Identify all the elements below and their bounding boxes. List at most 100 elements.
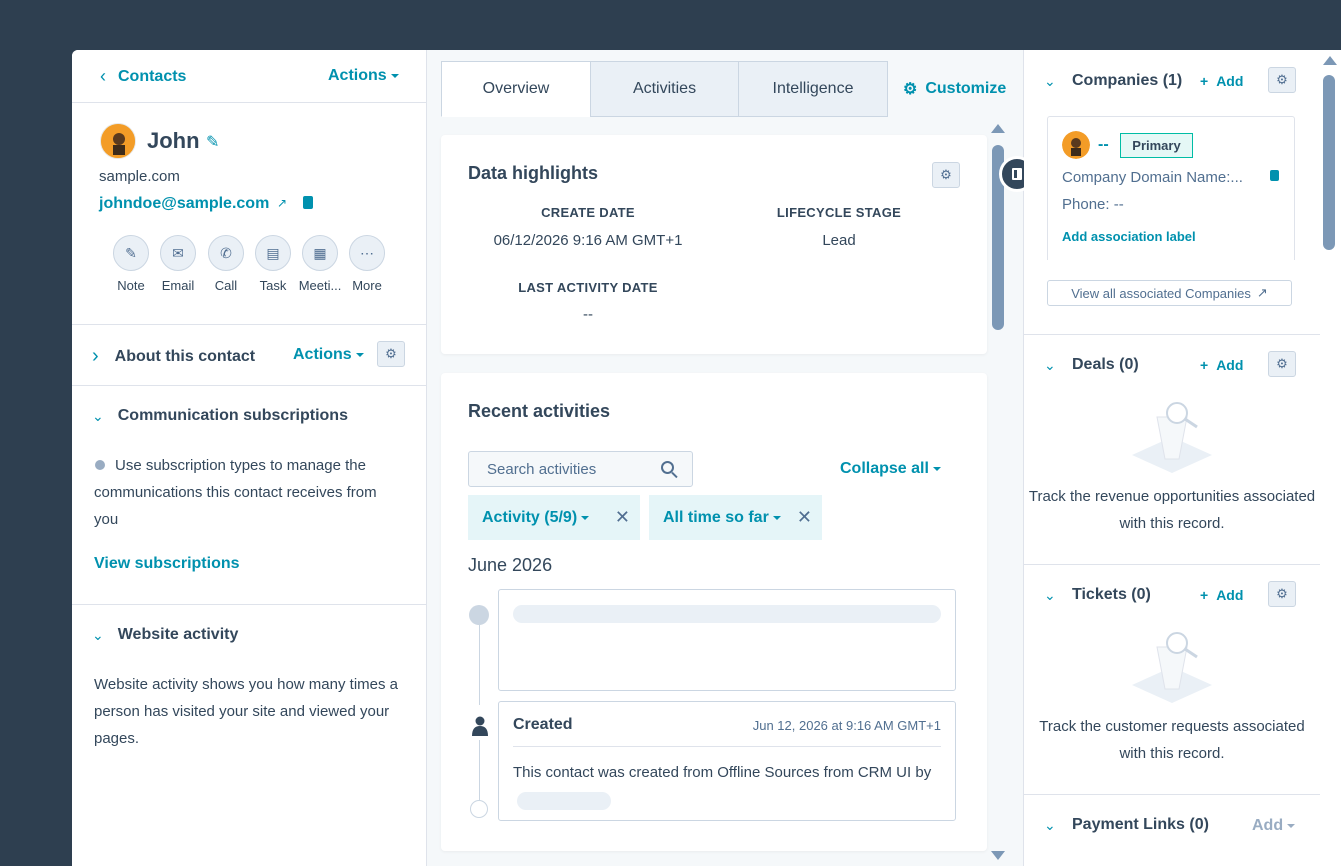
create-date-label: CREATE DATE [541,205,635,220]
back-to-contacts-link[interactable]: ‹ Contacts [100,66,186,87]
pencil-icon[interactable]: ✎ [206,132,219,152]
chevron-down-icon[interactable]: ⌄ [1044,73,1056,90]
company-domain-field: Company Domain Name:... [1062,169,1243,186]
activity-filter-chip[interactable]: Activity (5/9) ✕ [468,495,640,540]
tickets-add-button[interactable]: + Add [1200,587,1243,603]
more-button[interactable]: ⋯ [349,235,385,271]
tab-overview[interactable]: Overview [441,61,591,117]
search-activities-input[interactable]: Search activities [468,451,693,487]
companies-add-button[interactable]: + Add [1200,73,1243,89]
contact-email-link[interactable]: johndoe@sample.com [99,195,269,213]
note-button[interactable]: ✎ [113,235,149,271]
email-icon: ✉ [172,244,184,261]
gear-icon: ⚙ [385,346,397,361]
add-association-label-link[interactable]: Add association label [1062,229,1196,244]
last-activity-value: -- [583,306,593,323]
scrollbar-thumb[interactable] [1323,75,1335,250]
caret-down-icon [932,466,941,471]
tickets-settings-button[interactable]: ⚙ [1268,581,1296,607]
tickets-empty-text: Track the customer requests associated w… [1039,718,1305,762]
divider [1024,564,1320,565]
companies-settings-button[interactable]: ⚙ [1268,67,1296,93]
copy-icon[interactable] [1270,170,1279,181]
highlights-settings-button[interactable]: ⚙ [932,162,960,188]
right-sidebar: ⌄ Companies (1) + Add ⚙ -- Primary Compan… [1024,50,1320,866]
divider [72,324,426,325]
timeline-dot-icon [470,800,488,818]
caret-down-icon [355,352,364,357]
middle-column: Overview Activities Intelligence ⚙ Custom… [427,50,1035,866]
divider [72,102,426,103]
last-activity-label: LAST ACTIVITY DATE [518,280,658,295]
created-title: Created [513,716,573,733]
divider [513,746,941,747]
deals-settings-button[interactable]: ⚙ [1268,351,1296,377]
timeline-line [479,740,480,800]
lifecycle-stage-value: Lead [822,232,856,249]
website-text: Website activity shows you how many time… [94,676,399,747]
header-actions-button[interactable]: Actions [328,67,399,85]
left-sidebar: ‹ Contacts Actions John ✎ sample.com joh… [72,50,427,866]
customize-button[interactable]: ⚙ Customize [903,79,1006,99]
task-icon: ▤ [266,244,280,261]
create-date-value: 06/12/2026 9:16 AM GMT+1 [493,232,683,249]
caret-down-icon [390,73,399,78]
meeting-button[interactable]: ▦ [302,235,338,271]
chevron-down-icon: ⌄ [92,407,104,424]
company-name-link[interactable]: -- [1098,136,1109,154]
meeting-icon: ▦ [313,244,327,261]
gear-icon: ⚙ [903,81,918,98]
chevron-down-icon[interactable]: ⌄ [1044,587,1056,604]
chevron-left-icon: ‹ [100,66,106,86]
plus-icon: + [1200,357,1209,373]
month-heading: June 2026 [468,555,553,575]
view-subscriptions-link[interactable]: View subscriptions [94,555,240,573]
primary-badge: Primary [1120,133,1193,158]
subscriptions-text: Use subscription types to manage the com… [94,457,377,528]
scroll-up-arrow[interactable] [1323,56,1337,65]
divider [72,385,426,386]
payment-links-add-button[interactable]: Add [1252,817,1296,835]
gear-icon: ⚙ [1276,586,1288,601]
loading-placeholder-bar [513,605,941,623]
tab-activities[interactable]: Activities [590,61,739,117]
recent-activities-title: Recent activities [468,401,611,421]
scroll-down-arrow[interactable] [991,851,1005,860]
person-icon [472,716,488,736]
close-icon[interactable]: ✕ [615,507,630,528]
collapse-all-button[interactable]: Collapse all [840,460,941,478]
subscriptions-section-toggle[interactable]: ⌄ Communication subscriptions [92,407,348,425]
divider [1024,334,1320,335]
deals-empty-text: Track the revenue opportunities associat… [1028,488,1316,532]
external-link-icon[interactable]: ↗ [277,196,287,210]
data-highlights-card: Data highlights ⚙ CREATE DATE 06/12/2026… [441,135,987,354]
deals-add-button[interactable]: + Add [1200,357,1243,373]
website-section-toggle[interactable]: ⌄ Website activity [92,626,238,644]
email-button[interactable]: ✉ [160,235,196,271]
created-timestamp: Jun 12, 2026 at 9:16 AM GMT+1 [752,718,941,733]
about-section-toggle[interactable]: › About this contact [92,345,255,368]
chevron-down-icon[interactable]: ⌄ [1044,357,1056,374]
task-button[interactable]: ▤ [255,235,291,271]
caret-down-icon [581,515,590,520]
copy-icon[interactable] [303,196,313,209]
page-scrollbar-track[interactable] [1320,50,1341,866]
about-settings-button[interactable]: ⚙ [377,341,405,367]
lifecycle-stage-label: LIFECYCLE STAGE [776,205,902,220]
about-actions-button[interactable]: Actions [293,346,364,364]
view-all-companies-button[interactable]: View all associated Companies ↗ [1047,280,1292,306]
gear-icon: ⚙ [1276,72,1288,87]
time-filter-chip[interactable]: All time so far ✕ [649,495,822,540]
deals-title: Deals (0) [1072,356,1139,373]
plus-icon: + [1200,587,1209,603]
created-activity-card[interactable]: Created Jun 12, 2026 at 9:16 AM GMT+1 Th… [498,701,956,821]
close-icon[interactable]: ✕ [797,507,812,528]
chevron-down-icon[interactable]: ⌄ [1044,817,1056,834]
empty-state-illustration [1132,402,1212,473]
tab-intelligence[interactable]: Intelligence [738,61,888,117]
divider [72,604,426,605]
call-button[interactable]: ✆ [208,235,244,271]
loading-activity-card [498,589,956,691]
created-description: This contact was created from Offline So… [513,759,943,815]
scroll-up-arrow[interactable] [991,124,1005,133]
